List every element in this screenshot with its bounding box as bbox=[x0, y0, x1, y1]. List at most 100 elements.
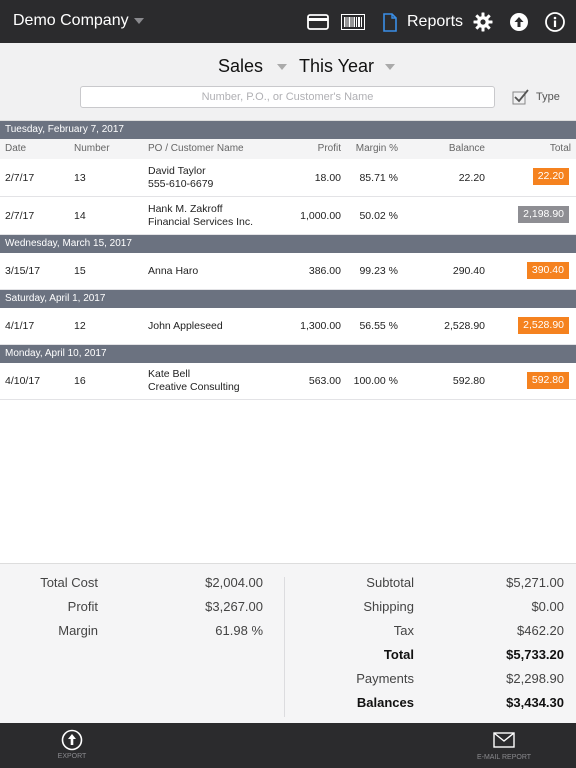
margin-label: Margin bbox=[58, 623, 98, 638]
cell-balance: 22.20 bbox=[458, 172, 485, 184]
payments-value: $2,298.90 bbox=[506, 671, 564, 686]
total-label: Total bbox=[383, 647, 414, 662]
total-badge: 22.20 bbox=[532, 168, 569, 185]
col-number[interactable]: Number bbox=[74, 143, 110, 154]
checkbox-checked-icon bbox=[512, 89, 529, 105]
chevron-down-icon bbox=[277, 63, 288, 70]
total-badge: 592.80 bbox=[526, 372, 569, 389]
cell-date: 2/7/17 bbox=[5, 172, 35, 184]
col-date[interactable]: Date bbox=[5, 143, 26, 154]
chevron-down-icon bbox=[133, 18, 144, 24]
tab-reports[interactable]: Reports bbox=[407, 13, 463, 31]
card-icon[interactable] bbox=[306, 11, 330, 33]
cell-date: 4/10/17 bbox=[5, 375, 41, 387]
cell-date: 3/15/17 bbox=[5, 265, 41, 277]
export-button[interactable]: EXPORT bbox=[37, 729, 107, 760]
profit-label: Profit bbox=[67, 599, 98, 614]
cell-margin: 100.00 % bbox=[353, 375, 398, 387]
totals-divider bbox=[284, 577, 285, 717]
margin-value: 61.98 % bbox=[215, 623, 263, 638]
cell-number: 14 bbox=[74, 210, 86, 222]
cell-profit: 1,000.00 bbox=[300, 210, 341, 222]
upload-icon[interactable] bbox=[508, 11, 530, 33]
export-icon bbox=[61, 729, 83, 751]
period-dropdown-label: This Year bbox=[299, 56, 375, 76]
col-margin[interactable]: Margin % bbox=[356, 143, 398, 154]
total-badge: 390.40 bbox=[526, 262, 569, 279]
cell-name: David Taylor bbox=[148, 165, 206, 177]
export-label: EXPORT bbox=[57, 753, 87, 760]
sales-dropdown-label: Sales bbox=[218, 56, 264, 76]
shipping-value: $0.00 bbox=[531, 599, 564, 614]
group-header: Wednesday, March 15, 2017 bbox=[0, 235, 576, 253]
company-selector[interactable]: Demo Company bbox=[13, 12, 144, 30]
cell-margin: 56.55 % bbox=[359, 320, 398, 332]
balances-label: Balances bbox=[356, 695, 414, 710]
shipping-label: Shipping bbox=[363, 599, 414, 614]
gear-icon[interactable] bbox=[472, 11, 494, 33]
cell-name-secondary: Creative Consulting bbox=[148, 381, 240, 393]
tax-label: Tax bbox=[393, 623, 414, 638]
cell-name: Hank M. Zakroff bbox=[148, 203, 223, 215]
email-report-button[interactable]: E-MAIL REPORT bbox=[469, 732, 539, 761]
cell-date: 2/7/17 bbox=[5, 210, 35, 222]
top-bar: Demo Company Reports bbox=[0, 0, 576, 43]
col-po-customer[interactable]: PO / Customer Name bbox=[148, 143, 244, 154]
subtotal-label: Subtotal bbox=[366, 575, 414, 590]
sales-table: Tuesday, February 7, 2017 Date Number PO… bbox=[0, 121, 576, 400]
company-name: Demo Company bbox=[13, 12, 129, 29]
table-row[interactable]: 4/10/17 16 Kate Bell Creative Consulting… bbox=[0, 363, 576, 400]
cell-name: Kate Bell bbox=[148, 368, 191, 380]
col-profit[interactable]: Profit bbox=[318, 143, 341, 154]
total-badge: 2,198.90 bbox=[518, 206, 569, 223]
total-badge: 2,528.90 bbox=[518, 317, 569, 334]
type-checkbox[interactable]: Type bbox=[512, 89, 560, 105]
cell-balance: 290.40 bbox=[452, 265, 485, 277]
cell-profit: 18.00 bbox=[314, 172, 341, 184]
type-label: Type bbox=[536, 91, 560, 103]
envelope-icon bbox=[493, 732, 515, 748]
profit-value: $3,267.00 bbox=[205, 599, 263, 614]
balances-value: $3,434.30 bbox=[506, 695, 564, 710]
cell-name: John Appleseed bbox=[148, 320, 223, 332]
col-total[interactable]: Total bbox=[550, 143, 571, 154]
payments-label: Payments bbox=[356, 671, 414, 686]
cell-margin: 85.71 % bbox=[359, 172, 398, 184]
cell-number: 15 bbox=[74, 265, 86, 277]
table-row[interactable]: 4/1/17 12 John Appleseed 1,300.00 56.55 … bbox=[0, 308, 576, 345]
cell-margin: 99.23 % bbox=[359, 265, 398, 277]
bottom-toolbar: EXPORT E-MAIL REPORT bbox=[0, 723, 576, 768]
cell-margin: 50.02 % bbox=[359, 210, 398, 222]
cell-profit: 1,300.00 bbox=[300, 320, 341, 332]
document-icon[interactable] bbox=[381, 11, 399, 33]
total-value: $5,733.20 bbox=[506, 647, 564, 662]
search-input[interactable]: Number, P.O., or Customer's Name bbox=[80, 86, 495, 108]
cell-name: Anna Haro bbox=[148, 265, 199, 277]
table-row[interactable]: 2/7/17 14 Hank M. Zakroff Financial Serv… bbox=[0, 197, 576, 235]
cell-name-secondary: Financial Services Inc. bbox=[148, 216, 254, 228]
email-report-label: E-MAIL REPORT bbox=[476, 754, 532, 761]
cell-number: 13 bbox=[74, 172, 86, 184]
period-dropdown[interactable]: This Year bbox=[299, 56, 396, 77]
cell-number: 16 bbox=[74, 375, 86, 387]
barcode-icon[interactable] bbox=[341, 11, 365, 33]
cell-balance: 592.80 bbox=[452, 375, 485, 387]
subtotal-value: $5,271.00 bbox=[506, 575, 564, 590]
col-balance[interactable]: Balance bbox=[449, 143, 485, 154]
cell-name-secondary: 555-610-6679 bbox=[148, 178, 214, 190]
group-header: Monday, April 10, 2017 bbox=[0, 345, 576, 363]
filter-bar: Sales This Year Number, P.O., or Custome… bbox=[0, 43, 576, 121]
cell-number: 12 bbox=[74, 320, 86, 332]
total-cost-value: $2,004.00 bbox=[205, 575, 263, 590]
sales-dropdown[interactable]: Sales bbox=[218, 56, 288, 77]
column-header-row: Date Number PO / Customer Name Profit Ma… bbox=[0, 139, 576, 159]
group-header: Saturday, April 1, 2017 bbox=[0, 290, 576, 308]
cell-profit: 563.00 bbox=[308, 375, 341, 387]
totals-panel: Total Cost $2,004.00 Profit $3,267.00 Ma… bbox=[0, 563, 576, 723]
table-row[interactable]: 3/15/17 15 Anna Haro 386.00 99.23 % 290.… bbox=[0, 253, 576, 290]
info-icon[interactable] bbox=[544, 11, 566, 33]
chevron-down-icon bbox=[385, 63, 396, 70]
table-row[interactable]: 2/7/17 13 David Taylor 555-610-6679 18.0… bbox=[0, 159, 576, 197]
cell-profit: 386.00 bbox=[308, 265, 341, 277]
group-header: Tuesday, February 7, 2017 bbox=[0, 121, 576, 139]
